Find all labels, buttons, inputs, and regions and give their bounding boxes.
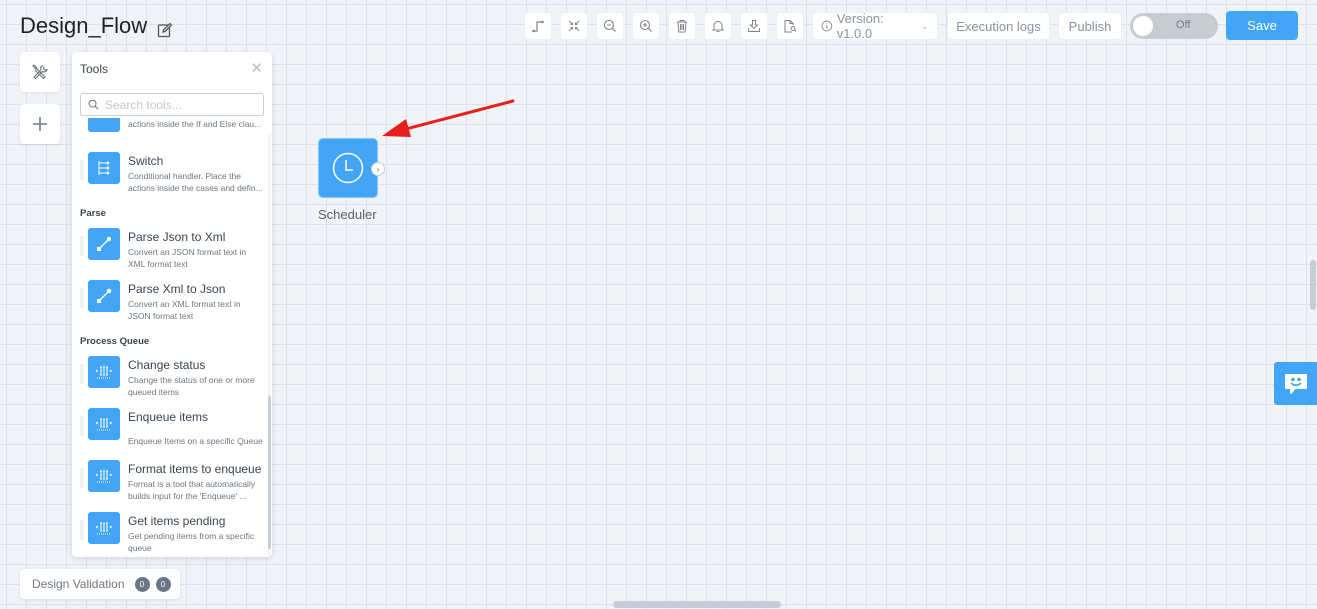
- add-button[interactable]: [20, 104, 60, 144]
- execution-logs-button[interactable]: Execution logs: [947, 12, 1050, 40]
- bell-icon: [711, 21, 725, 32]
- tools-button[interactable]: [20, 52, 60, 92]
- connector-button[interactable]: [524, 12, 552, 40]
- tool-item-parse-json-to-xml[interactable]: Parse Json to Xml Convert an JSON format…: [72, 228, 272, 280]
- tool-item-if-else[interactable]: Conditional handler. Place the actions i…: [72, 118, 272, 152]
- design-validation-label: Design Validation: [32, 577, 125, 591]
- chevron-down-icon: ⌄: [920, 20, 929, 32]
- drag-handle[interactable]: [80, 160, 84, 180]
- file-search-button[interactable]: [776, 12, 804, 40]
- section-parse: Parse: [80, 208, 106, 219]
- toggle-label: Off: [1176, 19, 1191, 31]
- parse-icon: [88, 228, 120, 260]
- connector-icon: [532, 20, 544, 33]
- tool-desc: Format is a tool that automatically buil…: [128, 479, 256, 501]
- tools-list: Conditional handler. Place the actions i…: [72, 118, 272, 557]
- save-button[interactable]: Save: [1226, 11, 1298, 40]
- queue-icon: [88, 460, 120, 492]
- tool-item-parse-xml-to-json[interactable]: Parse Xml to Json Convert an XML format …: [72, 280, 272, 332]
- delete-button[interactable]: [668, 12, 696, 40]
- file-search-icon: [784, 20, 797, 33]
- tool-name: Change status: [128, 358, 206, 372]
- switch-icon: [88, 152, 120, 184]
- tool-name: Enqueue items: [128, 410, 209, 424]
- tools-panel: Tools ✕ Conditional handler. Place the a…: [72, 52, 272, 557]
- tool-desc: Convert an JSON format text in XML forma…: [128, 247, 247, 269]
- tool-name: Switch: [128, 154, 164, 168]
- tool-item-format-items-to-enqueue[interactable]: Format items to enqueue Format is a tool…: [72, 460, 272, 512]
- version-label: Version: v1.0.0: [836, 11, 884, 41]
- download-icon: [748, 20, 760, 32]
- tool-desc: Convert an XML format text in JSON forma…: [128, 299, 241, 321]
- publish-button[interactable]: Publish: [1058, 12, 1122, 40]
- close-icon[interactable]: ✕: [250, 59, 263, 77]
- toggle-knob: [1133, 16, 1153, 36]
- red-arrow-annotation: [382, 99, 515, 137]
- tool-name: Parse Xml to Json: [128, 282, 226, 296]
- scheduler-node-label: Scheduler: [318, 207, 377, 222]
- flow-title-text: Design_Flow: [20, 13, 148, 38]
- queue-icon: [88, 356, 120, 388]
- trash-icon: [677, 20, 687, 33]
- tool-desc: Change the status of one or more queued …: [128, 375, 255, 397]
- toolbar: Version: v1.0.0 ⌄: [524, 11, 938, 41]
- tool-item-enqueue-items[interactable]: Enqueue items Enqueue Items on a specifi…: [72, 408, 272, 460]
- tool-name: Get items pending: [128, 514, 226, 528]
- info-icon: [821, 20, 833, 32]
- fit-screen-button[interactable]: [560, 12, 588, 40]
- active-toggle[interactable]: Off: [1130, 13, 1218, 39]
- horizontal-scrollbar[interactable]: [613, 601, 781, 608]
- tool-name: Parse Json to Xml: [128, 230, 226, 244]
- tool-desc: Enqueue Items on a specific Queue: [128, 436, 263, 446]
- tool-desc: Conditional handler. Place the actions i…: [128, 119, 262, 129]
- tool-item-get-items-pending[interactable]: Get items pending Get pending items from…: [72, 512, 272, 557]
- tool-name: Format items to enqueue: [128, 462, 262, 476]
- drag-handle[interactable]: [80, 364, 84, 384]
- vertical-scrollbar[interactable]: [1310, 260, 1316, 310]
- queue-icon: [88, 408, 120, 440]
- version-select[interactable]: Version: v1.0.0 ⌄: [812, 11, 938, 41]
- tool-desc: Conditional handler. Place the actions i…: [128, 171, 263, 193]
- scheduler-node[interactable]: ›: [318, 138, 385, 198]
- queue-icon: [88, 512, 120, 544]
- tool-item-switch[interactable]: Switch Conditional handler. Place the ac…: [72, 152, 272, 204]
- drag-handle[interactable]: [80, 468, 84, 488]
- chat-smiley-icon: [1284, 373, 1307, 394]
- clock-icon: [332, 152, 364, 184]
- tool-item-change-status[interactable]: Change status Change the status of one o…: [72, 356, 272, 408]
- if-else-icon: [88, 118, 120, 132]
- scrollbar-thumb[interactable]: [268, 396, 271, 549]
- errors-count-badge: 0: [134, 576, 150, 592]
- drag-handle[interactable]: [80, 236, 84, 256]
- design-validation-button[interactable]: Design Validation 0 0: [20, 569, 180, 599]
- plus-icon: [33, 117, 47, 131]
- drag-handle[interactable]: [80, 416, 84, 436]
- tool-desc: Get pending items from a specific queue: [128, 531, 255, 553]
- tools-panel-scrollbar[interactable]: [268, 134, 271, 557]
- search-tools-field[interactable]: [80, 93, 264, 116]
- drag-handle[interactable]: [80, 288, 84, 308]
- zoom-in-button[interactable]: [632, 12, 660, 40]
- parse-icon: [88, 280, 120, 312]
- edit-icon[interactable]: [157, 18, 173, 38]
- zoom-in-icon: [639, 19, 652, 32]
- fit-screen-icon: [568, 20, 580, 32]
- download-button[interactable]: [740, 12, 768, 40]
- notifications-button[interactable]: [704, 12, 732, 40]
- search-tools-input[interactable]: [105, 97, 255, 112]
- warnings-count-badge: 0: [155, 576, 171, 592]
- section-process-queue: Process Queue: [80, 336, 150, 347]
- tools-icon: [32, 64, 48, 80]
- zoom-out-icon: [603, 19, 616, 32]
- chat-widget-button[interactable]: [1274, 362, 1317, 405]
- output-port[interactable]: ›: [371, 162, 385, 176]
- drag-handle[interactable]: [80, 520, 84, 540]
- tools-panel-title: Tools: [80, 62, 109, 76]
- search-icon: [88, 99, 99, 110]
- zoom-out-button[interactable]: [596, 12, 624, 40]
- flow-title: Design_Flow: [20, 13, 173, 39]
